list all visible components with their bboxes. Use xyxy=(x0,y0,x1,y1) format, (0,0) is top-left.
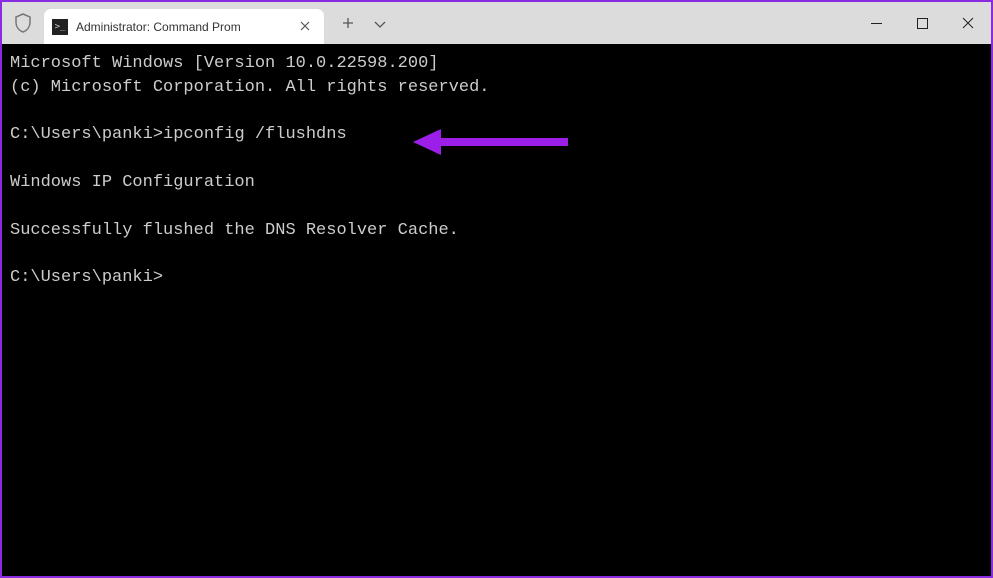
output-message: Successfully flushed the DNS Resolver Ca… xyxy=(10,221,459,240)
prompt: C:\Users\panki> xyxy=(10,268,163,287)
new-tab-button[interactable] xyxy=(342,14,354,33)
close-tab-button[interactable] xyxy=(296,19,314,35)
titlebar: >_ Administrator: Command Prom xyxy=(2,2,991,44)
maximize-button[interactable] xyxy=(899,2,945,44)
command-text: ipconfig /flushdns xyxy=(163,125,347,144)
minimize-button[interactable] xyxy=(853,2,899,44)
tab-command-prompt[interactable]: >_ Administrator: Command Prom xyxy=(44,9,324,44)
copyright-line: (c) Microsoft Corporation. All rights re… xyxy=(10,78,489,97)
shield-icon xyxy=(2,13,44,33)
close-window-button[interactable] xyxy=(945,2,991,44)
tab-dropdown-button[interactable] xyxy=(374,14,386,33)
version-line: Microsoft Windows [Version 10.0.22598.20… xyxy=(10,54,438,73)
tab-title: Administrator: Command Prom xyxy=(76,20,288,34)
tab-actions xyxy=(324,14,386,33)
prompt: C:\Users\panki> xyxy=(10,125,163,144)
output-header: Windows IP Configuration xyxy=(10,173,255,192)
terminal-output[interactable]: Microsoft Windows [Version 10.0.22598.20… xyxy=(2,44,991,298)
cmd-icon: >_ xyxy=(52,19,68,35)
window-controls xyxy=(853,2,991,44)
